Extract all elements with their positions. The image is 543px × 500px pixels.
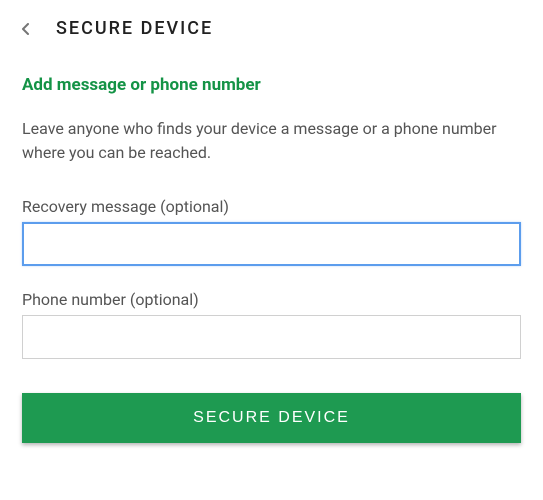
recovery-message-label: Recovery message (optional) [22, 197, 521, 216]
section-subtitle: Add message or phone number [22, 75, 521, 95]
secure-device-button[interactable]: SECURE DEVICE [22, 393, 521, 443]
section-description: Leave anyone who finds your device a mes… [22, 117, 521, 165]
recovery-message-input[interactable] [22, 222, 521, 266]
phone-number-group: Phone number (optional) [22, 290, 521, 359]
recovery-message-group: Recovery message (optional) [22, 197, 521, 266]
action-container: SECURE DEVICE [0, 383, 543, 443]
phone-number-label: Phone number (optional) [22, 290, 521, 309]
content-area: Add message or phone number Leave anyone… [0, 57, 543, 359]
phone-number-input[interactable] [22, 315, 521, 359]
page-title: SECURE DEVICE [56, 18, 213, 39]
back-icon[interactable] [20, 23, 32, 35]
page-header: SECURE DEVICE [0, 0, 543, 57]
